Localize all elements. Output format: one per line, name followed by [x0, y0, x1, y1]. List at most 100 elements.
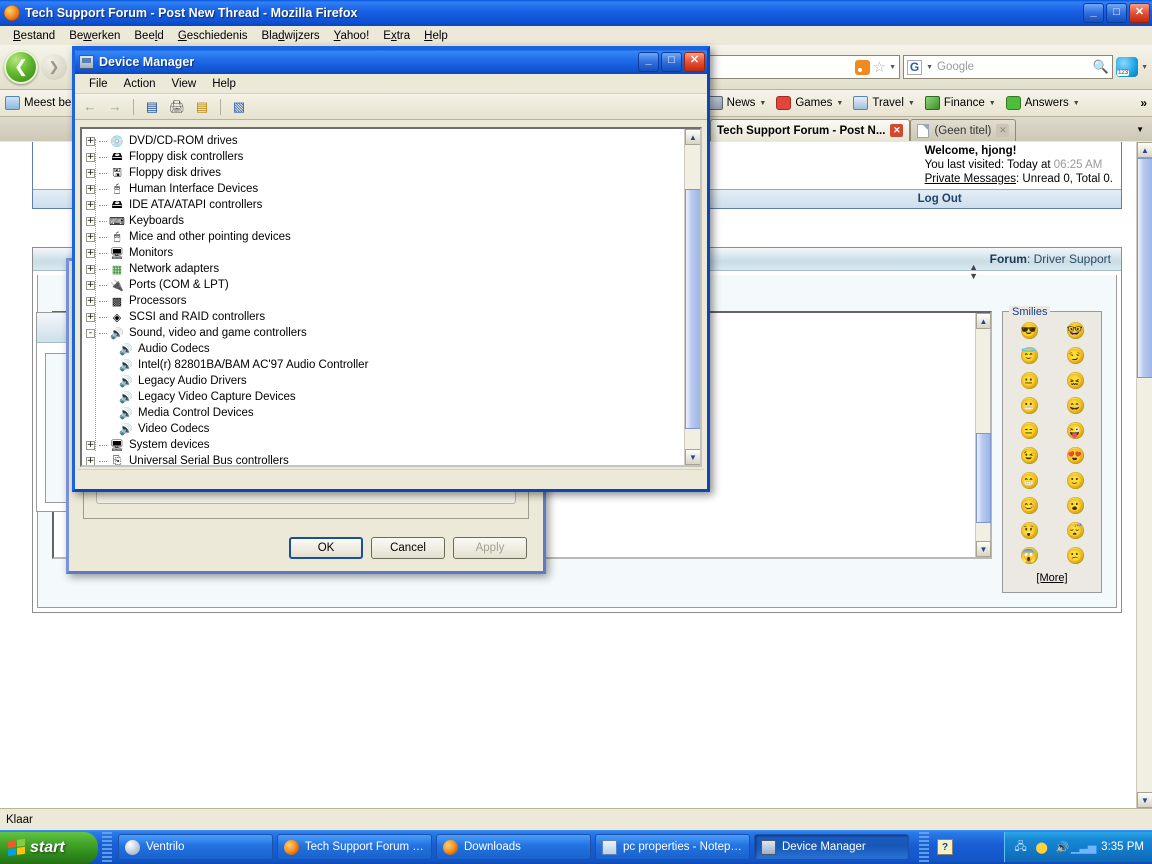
tab-list-chevron-icon[interactable]: ▼	[1128, 125, 1152, 134]
tree-item[interactable]: + ▩ Processors	[86, 293, 684, 309]
start-button[interactable]: start	[0, 831, 98, 864]
smiley-button[interactable]: 😑	[1020, 422, 1038, 439]
forward-arrow-icon[interactable]: →	[106, 98, 124, 115]
smiley-button[interactable]: 😲	[1020, 522, 1038, 539]
properties-icon[interactable]: ▤	[143, 98, 161, 115]
expander-icon[interactable]: +	[86, 296, 95, 306]
menu-bladwijzers[interactable]: Bladwijzers	[255, 29, 327, 43]
tree-item[interactable]: 🔊 Video Codecs	[86, 421, 684, 437]
private-messages-link[interactable]: Private Messages	[925, 173, 1016, 185]
tree-scroll-up-button[interactable]: ▲	[685, 129, 700, 145]
menu-bestand[interactable]: BBestandestand	[6, 29, 62, 43]
close-icon[interactable]: ✕	[890, 124, 904, 137]
expander-icon[interactable]: +	[86, 136, 95, 146]
tree-item[interactable]: + ▦ Network adapters	[86, 261, 684, 277]
smiley-button[interactable]: 😕	[1066, 547, 1084, 564]
smiley-button[interactable]: 😍	[1066, 447, 1084, 464]
volume-icon[interactable]: 🔊	[1055, 840, 1070, 855]
taskbar-item-tech-support-forum[interactable]: Tech Support Forum -...	[277, 834, 432, 860]
yahoo-travel-button[interactable]: Travel ▼	[853, 96, 915, 110]
back-button[interactable]: ❮	[4, 50, 38, 84]
menu-bewerken[interactable]: Bewerken	[62, 29, 127, 43]
chevron-down-icon[interactable]: ▼	[889, 64, 896, 71]
expander-icon[interactable]: +	[86, 456, 95, 465]
device-tree[interactable]: + 💿 DVD/CD-ROM drives + 🖴 Floppy disk contro…	[82, 129, 684, 465]
forward-button[interactable]: ❯	[41, 54, 67, 80]
scroll-up-button[interactable]: ▲	[976, 313, 991, 329]
expander-icon[interactable]: +	[86, 440, 95, 450]
tab-tech-support-forum[interactable]: Tech Support Forum - Post N... ✕	[710, 119, 911, 141]
tree-item[interactable]: + 🖫 Floppy disk drives	[86, 165, 684, 181]
search-icon[interactable]: 🔍	[1093, 59, 1109, 75]
chevron-down-icon[interactable]: ▼	[759, 100, 766, 107]
smiley-button[interactable]: 😏	[1066, 347, 1084, 364]
smiley-button[interactable]: 😇	[1020, 347, 1038, 364]
smiley-button[interactable]: 😁	[1020, 472, 1038, 489]
smilies-more-link[interactable]: [More]	[1009, 572, 1095, 584]
tree-item[interactable]: + ◈ SCSI and RAID controllers	[86, 309, 684, 325]
expander-icon[interactable]: +	[86, 248, 95, 258]
smiley-button[interactable]: 😄	[1066, 397, 1084, 414]
network-icon[interactable]: 🖧	[1013, 840, 1028, 855]
minimize-button[interactable]: _	[1083, 3, 1104, 23]
help-icon[interactable]: ▤	[193, 98, 211, 115]
dm-menu-file[interactable]: File	[81, 77, 116, 91]
chevron-down-icon[interactable]: ▼	[836, 100, 843, 107]
expander-icon[interactable]: +	[86, 184, 95, 194]
yahoo-news-button[interactable]: News ▼	[707, 96, 766, 110]
tree-item[interactable]: 🔊 Legacy Video Capture Devices	[86, 389, 684, 405]
menu-beeld[interactable]: Beeld	[127, 29, 170, 43]
scroll-thumb[interactable]	[976, 433, 991, 523]
expander-icon[interactable]: +	[86, 152, 95, 162]
yahoo-answers-button[interactable]: Answers ▼	[1005, 96, 1080, 110]
menu-geschiedenis[interactable]: Geschiedenis	[171, 29, 255, 43]
tree-item[interactable]: 🔊 Intel(r) 82801BA/BAM AC'97 Audio Contro…	[86, 357, 684, 373]
smiley-button[interactable]: 😐	[1020, 372, 1038, 389]
expander-icon[interactable]: +	[86, 312, 95, 322]
tree-scroll-down-button[interactable]: ▼	[685, 449, 700, 465]
taskbar-grip-2[interactable]	[919, 832, 929, 862]
close-icon[interactable]: ✕	[996, 124, 1010, 137]
expander-icon[interactable]: -	[86, 328, 95, 338]
taskbar-item-pc-properties-notepad[interactable]: pc properties - Notepad	[595, 834, 750, 860]
yahoo-finance-button[interactable]: Finance ▼	[924, 96, 996, 110]
chevron-down-icon[interactable]: ▼	[908, 100, 915, 107]
tree-item[interactable]: - 🔊 Sound, video and game controllers	[86, 325, 684, 341]
tree-item[interactable]: + 💿 DVD/CD-ROM drives	[86, 133, 684, 149]
scan-hardware-icon[interactable]: ▧	[230, 98, 248, 115]
tree-scroll-thumb[interactable]	[685, 189, 700, 429]
maximize-button[interactable]: □	[1106, 3, 1127, 23]
smiley-button[interactable]: 😱	[1020, 547, 1038, 564]
dm-maximize-button[interactable]: □	[661, 51, 682, 72]
expander-icon[interactable]: +	[86, 280, 95, 290]
tree-item[interactable]: + 🖥 System devices	[86, 437, 684, 453]
chevron-down-icon[interactable]: ▼	[1073, 100, 1080, 107]
page-scroll-down-button[interactable]: ▼	[1137, 792, 1152, 808]
skype-icon[interactable]	[1116, 57, 1139, 77]
tree-item[interactable]: + ⎘ Universal Serial Bus controllers	[86, 453, 684, 465]
smiley-button[interactable]: 😜	[1066, 422, 1084, 439]
search-input[interactable]: Google	[937, 61, 1089, 73]
search-bar[interactable]: G ▼ Google 🔍	[903, 55, 1114, 79]
smiley-button[interactable]: 🙂	[1066, 472, 1084, 489]
cancel-button[interactable]: Cancel	[371, 537, 445, 559]
menu-yahoo[interactable]: Yahoo!	[327, 29, 377, 43]
expander-icon[interactable]: +	[86, 232, 95, 242]
menu-help[interactable]: Help	[417, 29, 455, 43]
tree-item[interactable]: 🔊 Media Control Devices	[86, 405, 684, 421]
smiley-button[interactable]: 😊	[1020, 497, 1038, 514]
print-icon[interactable]: 🖨	[168, 98, 186, 115]
nav-log-out[interactable]: Log Out	[758, 190, 1121, 208]
dm-menu-action[interactable]: Action	[116, 77, 164, 91]
tree-item[interactable]: + 🖥 Monitors	[86, 245, 684, 261]
search-engine-chevron-icon[interactable]: ▼	[926, 64, 933, 71]
tree-item[interactable]: 🔊 Legacy Audio Drivers	[86, 373, 684, 389]
scroll-down-button[interactable]: ▼	[976, 541, 991, 557]
page-scroll-thumb[interactable]	[1137, 158, 1152, 378]
resize-down-icon[interactable]: ▼	[969, 272, 978, 281]
expander-icon[interactable]: +	[86, 168, 95, 178]
chevron-down-icon[interactable]: ▼	[989, 100, 996, 107]
tree-item[interactable]: + 🔌 Ports (COM & LPT)	[86, 277, 684, 293]
smiley-button[interactable]: 😮	[1066, 497, 1084, 514]
dm-menu-view[interactable]: View	[164, 77, 205, 91]
